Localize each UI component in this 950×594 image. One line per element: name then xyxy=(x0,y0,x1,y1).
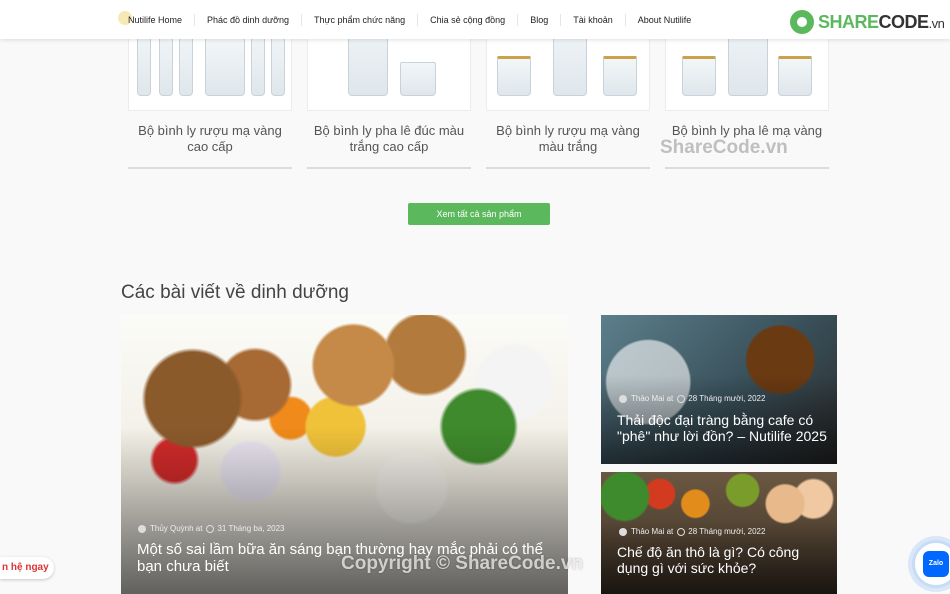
top-nav: Nutilife Home Phác đồ dinh dưỡng Thực ph… xyxy=(0,0,950,39)
article-card[interactable]: Thảo Mai at 28 Tháng mười, 2022 Chế độ ă… xyxy=(601,472,837,594)
nav-item-community[interactable]: Chia sẻ cộng đồng xyxy=(418,13,519,26)
product-name[interactable]: Bộ bình ly pha lê đúc màu trắng cao cấp xyxy=(307,123,471,163)
article-date: 28 Tháng mười, 2022 xyxy=(688,527,766,536)
nav-item-about[interactable]: About Nutilife xyxy=(626,14,704,26)
article-meta: Thảo Mai at 28 Tháng mười, 2022 xyxy=(619,527,765,536)
nav-item-home[interactable]: Nutilife Home xyxy=(118,13,196,26)
view-all-products-button[interactable]: Xem tất cả sản phẩm xyxy=(408,203,550,225)
zalo-icon: Zalo xyxy=(923,551,949,577)
logo-part-domain: .vn xyxy=(928,15,945,31)
sharecode-logo-text: SHARECODE.vn xyxy=(818,11,945,33)
product-divider xyxy=(307,167,471,169)
nav-item-nutrition-plan[interactable]: Phác đồ dinh dưỡng xyxy=(195,13,303,26)
article-date: 28 Tháng mười, 2022 xyxy=(688,394,766,403)
contact-now-button[interactable]: n hệ ngay xyxy=(0,557,54,579)
article-date: 31 Tháng ba, 2023 xyxy=(217,524,285,533)
user-icon xyxy=(138,524,146,533)
clock-icon xyxy=(206,524,215,533)
article-title[interactable]: Thải độc đại tràng bằng cafe có "phê" nh… xyxy=(617,412,827,444)
article-card[interactable]: Thảo Mai at 28 Tháng mười, 2022 Thải độc… xyxy=(601,315,837,464)
product-divider xyxy=(128,167,292,169)
sharecode-logo-icon xyxy=(790,10,814,34)
product-name[interactable]: Bộ bình ly rượu mạ vàng cao cấp xyxy=(128,123,292,163)
nav-item-supplements[interactable]: Thực phẩm chức năng xyxy=(302,13,419,26)
nav-item-account[interactable]: Tài khoản xyxy=(561,13,626,26)
article-meta: Thảo Mai at 28 Tháng mười, 2022 xyxy=(619,394,765,403)
watermark-top: ShareCode.vn xyxy=(660,137,788,158)
user-icon xyxy=(619,527,627,536)
article-meta: Thủy Quỳnh at 31 Tháng ba, 2023 xyxy=(138,524,285,533)
nav-menu: Nutilife Home Phác đồ dinh dưỡng Thực ph… xyxy=(118,0,703,39)
nav-item-blog[interactable]: Blog xyxy=(518,13,562,26)
product-divider xyxy=(665,167,829,169)
product-name[interactable]: Bộ bình ly rượu mạ vàng màu trắng xyxy=(486,123,650,163)
watermark-bottom: Copyright © ShareCode.vn xyxy=(341,553,584,574)
articles-section-title: Các bài viết về dinh dưỡng xyxy=(121,282,349,303)
article-author: Thủy Quỳnh at xyxy=(150,524,203,533)
user-icon xyxy=(619,394,627,403)
zalo-chat-button[interactable]: Zalo xyxy=(912,540,950,588)
product-divider xyxy=(486,167,650,169)
clock-icon xyxy=(677,394,686,403)
logo-part-code: CODE xyxy=(878,11,930,32)
clock-icon xyxy=(677,527,686,536)
sharecode-logo[interactable]: SHARECODE.vn xyxy=(790,10,945,34)
logo-part-share: SHARE xyxy=(818,11,879,32)
article-author: Thảo Mai at xyxy=(631,527,674,536)
article-author: Thảo Mai at xyxy=(631,394,674,403)
article-title[interactable]: Chế độ ăn thô là gì? Có công dụng gì với… xyxy=(617,544,829,576)
